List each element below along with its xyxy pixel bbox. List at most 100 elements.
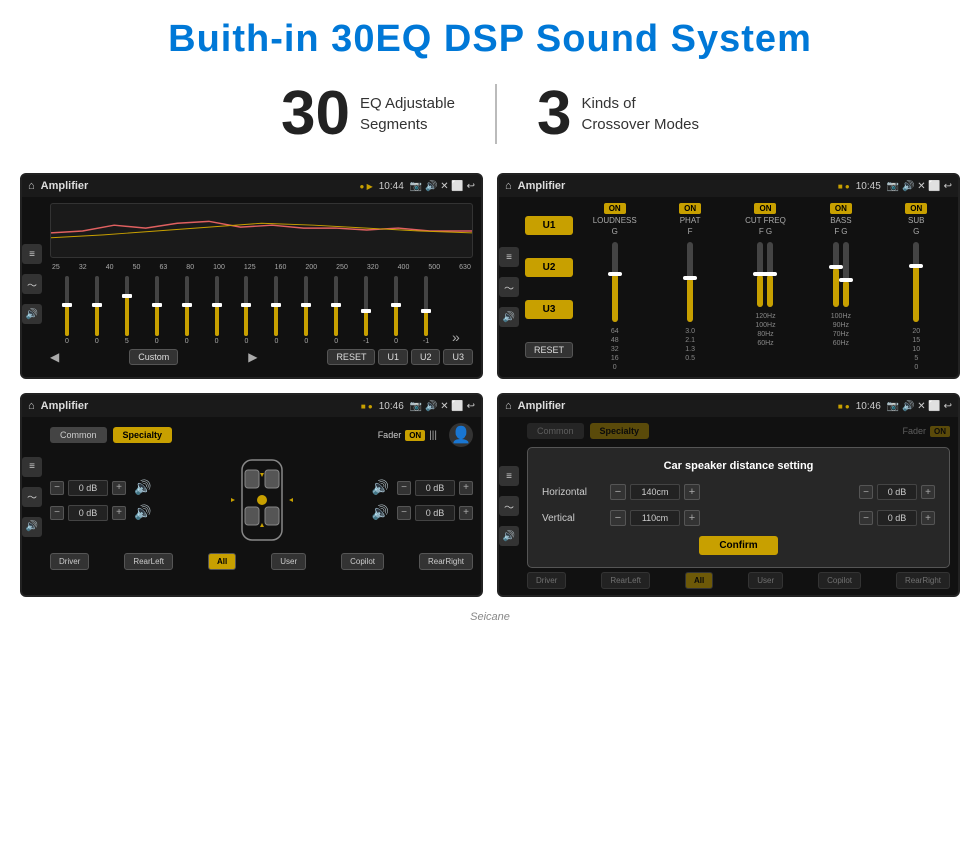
screen4-inner: ≡ 〜 🔊 Common Specialty Fader ON Car spea… — [499, 417, 958, 595]
bass-slider-f[interactable] — [833, 242, 839, 307]
screen4-title: Amplifier — [518, 400, 832, 412]
eq-slider-13[interactable]: -1 — [411, 276, 441, 345]
btn-copilot[interactable]: Copilot — [341, 553, 384, 570]
eq-slider-8[interactable]: 0 — [261, 276, 291, 345]
eq-slider-12[interactable]: 0 — [381, 276, 411, 345]
btn-driver[interactable]: Driver — [50, 553, 89, 570]
h-db-minus[interactable]: − — [859, 485, 873, 499]
phat-slider[interactable] — [687, 242, 693, 322]
cross-reset-btn[interactable]: RESET — [525, 342, 573, 358]
spec-side-icon2[interactable]: 〜 — [22, 487, 42, 507]
cross-u2-btn[interactable]: U2 — [525, 258, 573, 277]
db-minus-1[interactable]: − — [50, 481, 64, 495]
db-plus-3[interactable]: + — [459, 481, 473, 495]
vertical-plus[interactable]: + — [684, 510, 700, 526]
eq-side-icon2[interactable]: 〜 — [22, 274, 42, 294]
eq-side-icon3[interactable]: 🔊 — [22, 304, 42, 324]
cross-side-icon2[interactable]: 〜 — [499, 277, 519, 297]
eq-btn-group: RESET U1 U2 U3 — [327, 349, 473, 365]
db-val-1: 0 dB — [68, 480, 108, 496]
v-db-minus[interactable]: − — [859, 511, 873, 525]
home-icon: ⌂ — [28, 180, 35, 192]
eq-slider-11[interactable]: -1 — [351, 276, 381, 345]
btn-rearright[interactable]: RearRight — [419, 553, 473, 570]
home-icon2: ⌂ — [505, 180, 512, 192]
cross-side-icon3[interactable]: 🔊 — [499, 307, 519, 327]
eq-nav-prev[interactable]: ◀ — [50, 350, 59, 364]
screen1-top-icons: 📷 🔊 ✕ ⬜ ↩ — [410, 181, 475, 192]
screen1-title: Amplifier — [41, 180, 354, 192]
tab-specialty[interactable]: Specialty — [113, 427, 173, 443]
eq-slider-1[interactable]: 0 — [52, 276, 82, 345]
eq-slider-6[interactable]: 0 — [202, 276, 232, 345]
dist-btn-all: All — [685, 572, 713, 589]
eq-u2-btn[interactable]: U2 — [411, 349, 441, 365]
btn-rearleft[interactable]: RearLeft — [124, 553, 173, 570]
eq-reset-btn[interactable]: RESET — [327, 349, 375, 365]
horizontal-label: Horizontal — [542, 487, 602, 498]
confirm-button[interactable]: Confirm — [699, 536, 777, 555]
screen1-content: 25 32 40 50 63 80 100 125 160 200 250 32… — [42, 197, 481, 371]
dist-bottom-btns: Driver RearLeft All User Copilot RearRig… — [527, 572, 950, 589]
db-plus-4[interactable]: + — [459, 506, 473, 520]
db-plus-2[interactable]: + — [112, 506, 126, 520]
eq-freq-50: 50 — [133, 264, 141, 271]
eq-freq-labels: 25 32 40 50 63 80 100 125 160 200 250 32… — [50, 264, 473, 271]
screen4-topbar: ⌂ Amplifier ■ ● 10:46 📷 🔊 ✕ ⬜ ↩ — [499, 395, 958, 417]
eq-u1-btn[interactable]: U1 — [378, 349, 408, 365]
db-val-4: 0 dB — [415, 505, 455, 521]
btn-all[interactable]: All — [208, 553, 236, 570]
vertical-minus[interactable]: − — [610, 510, 626, 526]
bass-slider-g[interactable] — [843, 242, 849, 307]
bass-on: ON — [830, 203, 852, 214]
spec-side-icon1[interactable]: ≡ — [22, 457, 42, 477]
screens-grid: ⌂ Amplifier ● ▶ 10:44 📷 🔊 ✕ ⬜ ↩ ≡ 〜 🔊 — [0, 163, 980, 607]
v-db-plus[interactable]: + — [921, 511, 935, 525]
db-control-botright: 🔊 − 0 dB + — [372, 504, 473, 521]
eq-slider-10[interactable]: 0 — [321, 276, 351, 345]
h-db-plus[interactable]: + — [921, 485, 935, 499]
db-control-topleft: − 0 dB + 🔊 — [50, 479, 151, 496]
db-minus-4[interactable]: − — [397, 506, 411, 520]
screen3-inner: ≡ 〜 🔊 Common Specialty Fader ON ||| 👤 — [22, 417, 481, 576]
eq-u3-btn[interactable]: U3 — [443, 349, 473, 365]
loudness-label: LOUDNESS — [593, 216, 637, 225]
person-icon: 👤 — [449, 423, 473, 447]
cross-u3-btn[interactable]: U3 — [525, 300, 573, 319]
eq-nav-next[interactable]: ▶ — [248, 350, 257, 364]
screen4-top-icons: 📷 🔊 ✕ ⬜ ↩ — [887, 401, 952, 412]
spec-left-controls: − 0 dB + 🔊 − 0 dB + 🔊 — [50, 479, 151, 521]
dist-side-icon3[interactable]: 🔊 — [499, 526, 519, 546]
dist-side-icon1[interactable]: ≡ — [499, 466, 519, 486]
eq-slider-expand[interactable]: » — [441, 329, 471, 345]
eq-side-icon1[interactable]: ≡ — [22, 244, 42, 264]
horizontal-minus[interactable]: − — [610, 484, 626, 500]
tab-common[interactable]: Common — [50, 427, 107, 443]
eq-slider-3[interactable]: 5 — [112, 276, 142, 345]
horizontal-plus[interactable]: + — [684, 484, 700, 500]
db-minus-2[interactable]: − — [50, 506, 64, 520]
screen3-dot-icons: ■ ● — [361, 402, 373, 411]
dist-side-icon2[interactable]: 〜 — [499, 496, 519, 516]
eq-slider-5[interactable]: 0 — [172, 276, 202, 345]
cross-u1-btn[interactable]: U1 — [525, 216, 573, 235]
db-control-botleft: − 0 dB + 🔊 — [50, 504, 151, 521]
screen2-topbar: ⌂ Amplifier ■ ● 10:45 📷 🔊 ✕ ⬜ ↩ — [499, 175, 958, 197]
eq-slider-7[interactable]: 0 — [232, 276, 262, 345]
cutfreq-on: ON — [754, 203, 776, 214]
fader-on-badge: ON — [405, 430, 425, 441]
btn-user[interactable]: User — [271, 553, 306, 570]
dist-btn-copilot: Copilot — [818, 572, 861, 589]
db-plus-1[interactable]: + — [112, 481, 126, 495]
vertical-label: Vertical — [542, 513, 602, 524]
cross-side-icon1[interactable]: ≡ — [499, 247, 519, 267]
eq-slider-2[interactable]: 0 — [82, 276, 112, 345]
sub-slider[interactable] — [913, 242, 919, 322]
db-minus-3[interactable]: − — [397, 481, 411, 495]
eq-slider-9[interactable]: 0 — [291, 276, 321, 345]
cutfreq-slider-g[interactable] — [767, 242, 773, 307]
screen2-content: U1 U2 U3 RESET ON LOUDNESS G — [519, 197, 958, 377]
spec-side-icon3[interactable]: 🔊 — [22, 517, 42, 537]
eq-slider-4[interactable]: 0 — [142, 276, 172, 345]
loudness-slider[interactable] — [612, 242, 618, 322]
